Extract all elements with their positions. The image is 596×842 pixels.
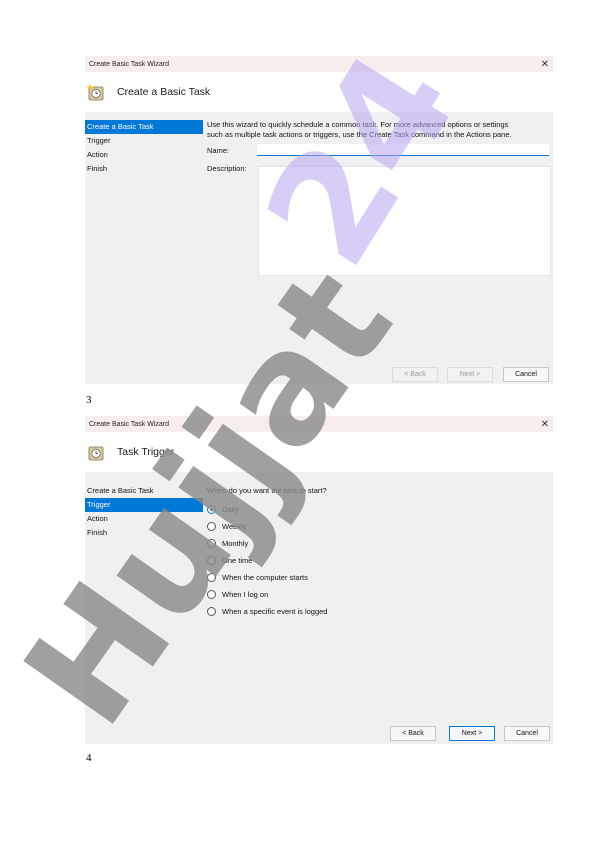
cancel-button[interactable]: Cancel [503,367,549,382]
step-finish[interactable]: Finish [85,162,203,176]
wizard-body: Create a Basic Task Trigger Action Finis… [85,112,553,384]
name-label: Name: [207,145,230,155]
step-trigger[interactable]: Trigger [85,498,203,512]
wizard-steps: Create a Basic Task Trigger Action Finis… [85,484,203,540]
header-title: Create a Basic Task [117,86,211,98]
close-icon[interactable]: ✕ [541,419,549,430]
create-basic-task-wizard: Create Basic Task Wizard ✕ Create a Basi… [85,56,553,384]
task-scheduler-icon [87,443,105,461]
close-icon[interactable]: ✕ [541,59,549,70]
radio-button[interactable] [207,556,216,565]
wizard-header: Create a Basic Task [85,72,553,112]
next-button[interactable]: Next > [449,726,495,741]
back-button[interactable]: < Back [390,726,436,741]
task-trigger-wizard: Create Basic Task Wizard ✕ Task Trigger … [85,416,553,744]
trigger-option[interactable]: When a specific event is logged [207,603,549,620]
trigger-option[interactable]: Monthly [207,535,549,552]
step-action[interactable]: Action [85,512,203,526]
radio-button[interactable] [207,539,216,548]
trigger-option[interactable]: When I log on [207,586,549,603]
trigger-option[interactable]: Weekly [207,518,549,535]
window-title: Create Basic Task Wizard [89,60,170,68]
trigger-option-label: When a specific event is logged [222,607,328,616]
step-finish[interactable]: Finish [85,526,203,540]
window-title: Create Basic Task Wizard [89,420,170,428]
trigger-option-label: Weekly [222,522,247,531]
trigger-option[interactable]: When the computer starts [207,569,549,586]
description-textarea[interactable] [258,166,551,276]
back-button[interactable]: < Back [392,367,438,382]
step-create-basic-task[interactable]: Create a Basic Task [85,120,203,134]
cancel-button[interactable]: Cancel [504,726,550,741]
trigger-question: When do you want the task to start? [207,486,327,495]
wizard-content: When do you want the task to start? Dail… [207,486,549,620]
wizard-steps: Create a Basic Task Trigger Action Finis… [85,120,203,176]
step-create-basic-task[interactable]: Create a Basic Task [85,484,203,498]
radio-button[interactable] [207,522,216,531]
step-trigger[interactable]: Trigger [85,134,203,148]
trigger-option-label: Daily [222,505,239,514]
page-number: 3 [86,394,92,406]
page-number: 4 [86,752,92,764]
wizard-header: Task Trigger [85,432,553,472]
name-input[interactable] [257,144,549,156]
step-action[interactable]: Action [85,148,203,162]
trigger-option-label: Monthly [222,539,249,548]
radio-button[interactable] [207,505,216,514]
next-button[interactable]: Next > [447,367,493,382]
trigger-option-label: When the computer starts [222,573,308,582]
trigger-options: Daily Weekly Monthly One time When the compu… [207,501,549,620]
trigger-option[interactable]: Daily [207,501,549,518]
task-scheduler-icon [86,83,105,101]
radio-button[interactable] [207,590,216,599]
wizard-body: Create a Basic Task Trigger Action Finis… [85,472,553,744]
intro-line-1: Use this wizard to quickly schedule a co… [207,120,509,129]
intro-line-2: such as multiple task actions or trigger… [207,130,512,139]
trigger-option-label: When I log on [222,590,269,599]
title-bar: Create Basic Task Wizard ✕ [85,56,553,72]
trigger-option[interactable]: One time [207,552,549,569]
radio-button[interactable] [207,607,216,616]
radio-button[interactable] [207,573,216,582]
header-title: Task Trigger [117,446,175,458]
title-bar: Create Basic Task Wizard ✕ [85,416,553,432]
trigger-option-label: One time [222,556,253,565]
